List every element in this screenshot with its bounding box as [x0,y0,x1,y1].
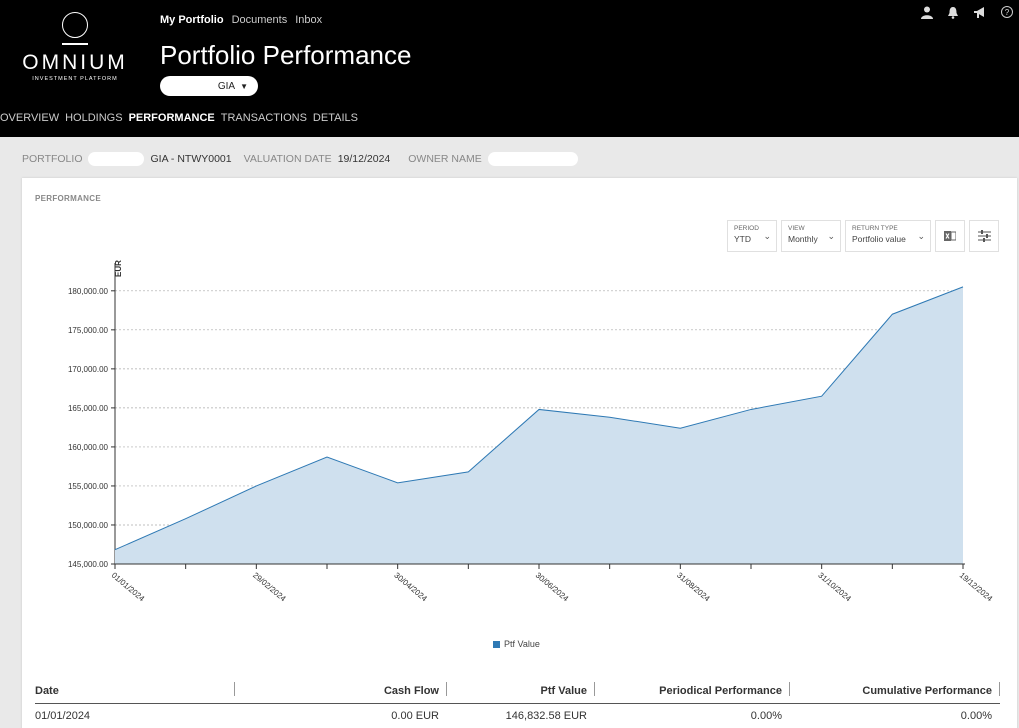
x-tick-label: 29/02/2024 [251,571,288,604]
x-tick-label: 19/12/2024 [958,571,995,604]
col-ptf-value[interactable]: Ptf Value [447,681,595,697]
chart-legend[interactable]: Ptf Value [493,639,540,649]
x-tick-label: 01/01/2024 [110,571,147,604]
y-tick-label: 170,000.00 [68,365,109,374]
tab-holdings[interactable]: HOLDINGS [65,112,122,124]
nav-inbox[interactable]: Inbox [295,14,322,26]
col-date[interactable]: Date [35,681,235,697]
col-periodical-performance[interactable]: Periodical Performance [595,681,790,697]
app-header: OMNIUM INVESTMENT PLATFORM My Portfolio … [0,0,1019,137]
x-tick-label: 30/06/2024 [534,571,571,604]
bell-icon[interactable] [947,6,959,19]
col-cumulative-performance[interactable]: Cumulative Performance [790,681,1000,697]
portfolio-selector[interactable]: GIA ▼ [160,76,258,96]
series-area [115,286,963,564]
tab-performance[interactable]: PERFORMANCE [129,112,215,124]
portfolio-selector-value: GIA [217,80,236,92]
table-row: 01/01/2024 0.00 EUR 146,832.58 EUR 0.00%… [35,704,1000,728]
y-tick-label: 175,000.00 [68,326,109,335]
col-cash-flow[interactable]: Cash Flow [235,681,447,697]
cell-periodical-performance: 0.00% [750,710,782,722]
nav-my-portfolio[interactable]: My Portfolio [160,14,224,26]
y-tick-label: 155,000.00 [68,482,109,491]
y-tick-label: 150,000.00 [68,521,109,530]
page-title: Portfolio Performance [160,40,412,70]
x-tick-label: 30/04/2024 [392,571,429,604]
portfolio-tabs: OVERVIEW HOLDINGS PERFORMANCE TRANSACTIO… [0,112,358,124]
nav-documents[interactable]: Documents [232,14,288,26]
legend-label: Ptf Value [504,639,540,649]
col-cumulative-label: Cumulative Performance [862,684,992,697]
tab-transactions[interactable]: TRANSACTIONS [221,112,307,124]
valuation-date-label: VALUATION DATE [243,153,332,165]
owner-name-label: OWNER NAME [408,153,482,165]
y-tick-label: 160,000.00 [68,443,109,452]
redacted-owner-name [487,152,578,166]
cell-cumulative-performance: 0.00% [960,710,992,722]
performance-chart: 145,000.00 150,000.00 155,000.00 160,000.00… [68,260,995,604]
header-icons: ? [921,6,1013,19]
help-icon[interactable]: ? [1001,6,1013,18]
portfolio-info-bar: PORTFOLIO GIA - NTWY0001 VALUATION DATE … [22,152,578,166]
caret-down-icon: ▼ [240,81,248,91]
portfolio-label: PORTFOLIO [22,153,83,165]
col-periodical-label: Periodical Performance [659,684,782,697]
top-nav: My Portfolio Documents Inbox [160,14,322,26]
megaphone-icon[interactable] [973,6,987,19]
cell-ptf-value: 146,832.58 EUR [505,710,587,722]
y-tick-label: 145,000.00 [68,560,109,569]
table-header: Date Cash Flow Ptf Value Periodical Perf… [35,678,1000,704]
y-axis-label: EUR [114,260,123,277]
performance-table: Date Cash Flow Ptf Value Periodical Perf… [35,678,1000,728]
x-tick-label: 31/08/2024 [675,571,712,604]
legend-swatch [493,640,500,648]
cell-date: 01/01/2024 [35,710,91,722]
tab-details[interactable]: DETAILS [313,112,358,124]
col-cash-flow-label: Cash Flow [383,684,439,697]
omnium-logo[interactable]: OMNIUM INVESTMENT PLATFORM [20,12,130,82]
y-tick-label: 165,000.00 [68,404,109,413]
tab-overview[interactable]: OVERVIEW [0,112,59,124]
y-tick-label: 180,000.00 [68,287,109,296]
valuation-date-value: 19/12/2024 [337,153,391,165]
logo-circle-icon [62,12,88,38]
portfolio-value: GIA - NTWY0001 [150,153,232,165]
user-icon[interactable] [921,6,933,19]
x-tick-label: 31/10/2024 [816,571,853,604]
brand-tagline: INVESTMENT PLATFORM [32,75,118,82]
performance-card: PERFORMANCE PERIOD YTD ⌄ VIEW Monthly ⌄ … [22,178,1017,728]
col-ptf-value-label: Ptf Value [540,684,587,697]
cell-cash-flow: 0.00 EUR [391,710,439,722]
redacted-portfolio-name [88,152,145,166]
brand-name: OMNIUM [22,50,128,74]
col-date-label: Date [35,684,59,697]
